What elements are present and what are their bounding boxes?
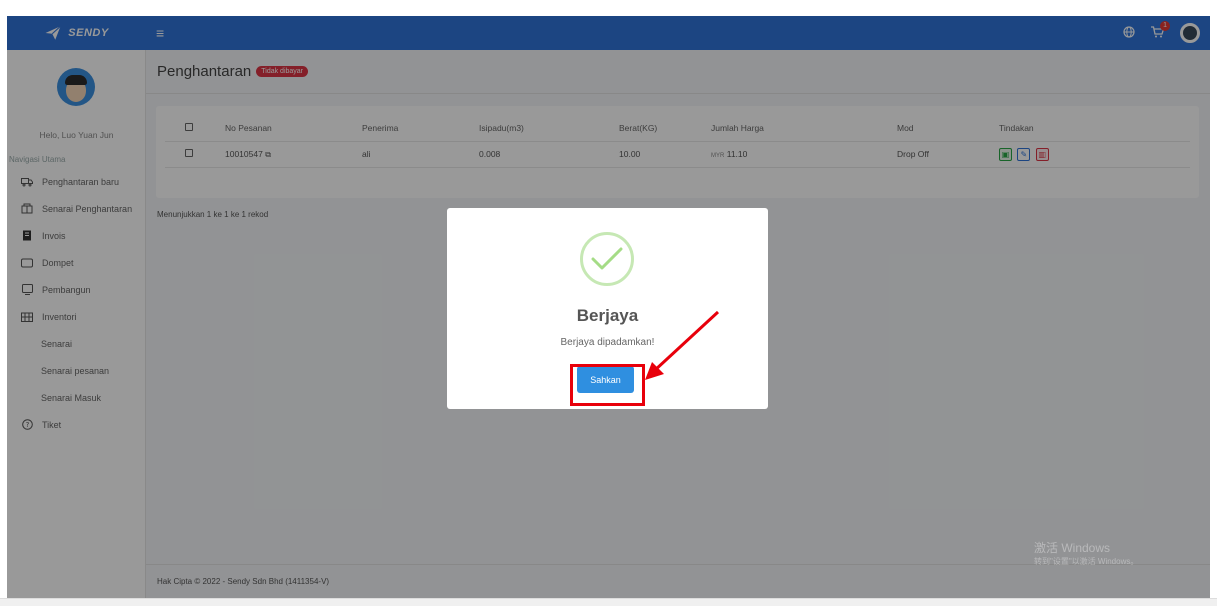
success-check-icon <box>580 232 634 286</box>
dialog-title: Berjaya <box>576 306 639 325</box>
page-bottom-bar <box>0 598 1217 606</box>
dialog-message: Berjaya dipadamkan! <box>560 337 655 348</box>
annotation-highlight-box <box>570 364 645 406</box>
windows-activation-watermark: 激活 Windows 转到"设置"以激活 Windows。 <box>1034 541 1139 566</box>
